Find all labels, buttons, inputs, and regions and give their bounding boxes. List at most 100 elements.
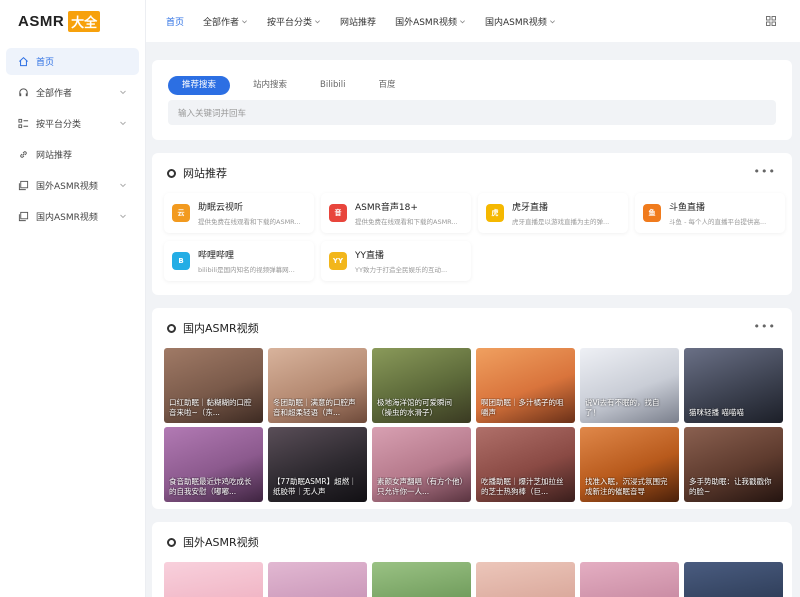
site-name: 助眠云视听	[198, 203, 244, 213]
video-thumbnail[interactable]	[164, 562, 263, 597]
site-logo-icon: 鱼	[643, 204, 661, 222]
more-icon[interactable]: •••	[754, 166, 776, 177]
topnav-all-authors[interactable]: 全部作者	[203, 15, 248, 28]
site-card[interactable]: 音 ASMR音声18+ 提供免费在线观看和下载的ASMR...	[321, 193, 471, 233]
topnav-label: 首页	[166, 17, 185, 28]
video-title: 啊团助眠｜多汁橘子的咀嚼声	[481, 398, 564, 417]
video-thumbnail[interactable]: 说Vi去有不眠的，找自了！	[580, 348, 679, 423]
topnav-label: 国内ASMR视频	[484, 17, 547, 28]
section-title: 网站推荐	[183, 167, 227, 180]
video-thumbnail[interactable]: 素颜女声翻唱（有方个他）只允许你一人...	[372, 427, 471, 502]
video-thumbnail[interactable]: 冬团助眠｜满意的口腔声音和超柔轻语（声...	[268, 348, 367, 423]
video-title: 猫咪轻播 喵喵喵	[689, 408, 744, 417]
domestic-videos-card: 国内ASMR视频 ••• 口红助眠｜黏糊糊的口腔音来啦~（东... 冬团助眠｜满…	[152, 308, 792, 509]
site-logo-icon: 云	[172, 204, 190, 222]
topnav-intl-videos[interactable]: 国外ASMR视频	[395, 15, 466, 28]
video-thumbnail[interactable]: 啊团助眠｜多汁橘子的咀嚼声	[476, 348, 575, 423]
tab-bilibili[interactable]: Bilibili	[310, 76, 355, 95]
chevron-down-icon	[120, 121, 126, 126]
link-icon	[18, 149, 29, 160]
site-card[interactable]: 云 助眠云视听提供免费在线观看和下载的ASMR...	[164, 193, 314, 233]
chevron-down-icon	[315, 19, 321, 23]
site-card[interactable]: YY YY直播 YY致力于打造全民娱乐的互动...	[321, 241, 471, 281]
site-card[interactable]: B 哔哩哔哩 bilibili是国内知名的视频弹幕网...	[164, 241, 314, 281]
topnav-label: 国外ASMR视频	[395, 17, 457, 28]
topnav-platform[interactable]: 按平台分类	[267, 15, 321, 28]
chevron-down-icon	[120, 90, 126, 95]
sidebar-item-label: 全部作者	[36, 89, 73, 99]
sidebar-item-label: 首页	[36, 58, 55, 68]
video-title: 吃播助眠｜爆汁芝加拉丝的芝士热狗棒（巨...	[481, 477, 564, 496]
video-thumbnail[interactable]: 【77助眠ASMR】超燃｜纸胶带｜无人声	[268, 427, 367, 502]
chevron-down-icon	[120, 214, 126, 219]
logo-text: ASMR	[18, 12, 65, 30]
sidebar-item-label: 国内ASMR视频	[36, 213, 98, 223]
sidebar-item-home[interactable]: 首页	[6, 48, 139, 75]
site-logo-icon: YY	[329, 252, 347, 270]
video-thumbnail[interactable]	[268, 562, 367, 597]
sidebar-item-all-authors[interactable]: 全部作者	[6, 79, 139, 106]
site-card[interactable]: 鱼 斗鱼直播斗鱼 - 每个人的直播平台提供高...	[635, 193, 785, 233]
topnav-cn-videos[interactable]: 国内ASMR视频	[485, 15, 556, 28]
site-desc: 虎牙直播是以游戏直播为主的弹...	[512, 218, 610, 226]
sidebar-item-intl-videos[interactable]: 国外ASMR视频	[6, 172, 139, 199]
site-recommend-card: 网站推荐 ••• 云 助眠云视听提供免费在线观看和下载的ASMR... 音 AS…	[152, 153, 792, 295]
video-title: 说Vi去有不眠的，找自了！	[585, 398, 660, 417]
site-name: 哔哩哔哩	[198, 251, 235, 261]
sidebar-item-cn-videos[interactable]: 国内ASMR视频	[6, 203, 139, 230]
topnav-sites[interactable]: 网站推荐	[340, 15, 376, 28]
video-thumbnail[interactable]: 极地海洋馆的可爱瞬间（操虫的水滑子）	[372, 348, 471, 423]
video-thumbnail[interactable]	[372, 562, 471, 597]
video-thumbnail[interactable]: 吃播助眠｜爆汁芝加拉丝的芝士热狗棒（巨...	[476, 427, 575, 502]
top-navbar: 首页 全部作者 按平台分类 网站推荐 国外ASMR视频 国内ASMR视频	[146, 0, 800, 42]
site-name: ASMR音声18+	[355, 203, 418, 213]
section-header: 网站推荐 •••	[152, 153, 792, 193]
video-title: 【77助眠ASMR】超燃｜纸胶带｜无人声	[273, 477, 357, 496]
video-thumbnail[interactable]	[476, 562, 575, 597]
topnav-home[interactable]: 首页	[166, 15, 184, 28]
search-card: 推荐搜索 站内搜索 Bilibili 百度 输入关键词并回车	[152, 60, 792, 140]
section-header: 国内ASMR视频 •••	[152, 308, 792, 348]
grid-icon[interactable]	[766, 16, 776, 26]
tab-site-search[interactable]: 站内搜索	[243, 76, 297, 95]
video-thumbnail[interactable]: 猫咪轻播 喵喵喵	[684, 348, 783, 423]
video-thumbnail[interactable]: 找准入眠，沉浸式氛围完成新注的催眠音导	[580, 427, 679, 502]
site-desc: 提供免费在线观看和下载的ASMR...	[198, 218, 301, 226]
site-desc: 斗鱼 - 每个人的直播平台提供高...	[669, 218, 767, 226]
site-logo-icon: 音	[329, 204, 347, 222]
tab-recommended[interactable]: 推荐搜索	[168, 76, 231, 95]
video-title: 口红助眠｜黏糊糊的口腔音来啦~（东...	[169, 398, 252, 417]
topnav-label: 全部作者	[203, 17, 240, 28]
sidebar: ASMR 大全 首页 全部作者 按平台分类 网站推荐 国外ASMR视频 国内AS…	[0, 0, 146, 597]
video-title: 素颜女声翻唱（有方个他）只允许你一人...	[377, 477, 464, 496]
topnav-label: 网站推荐	[340, 17, 377, 28]
circle-icon	[167, 323, 176, 333]
section-title: 国内ASMR视频	[183, 322, 259, 335]
site-name: 虎牙直播	[512, 203, 549, 213]
headphones-icon	[18, 87, 29, 98]
chevron-down-icon	[459, 19, 465, 23]
sidebar-item-sites[interactable]: 网站推荐	[6, 141, 139, 168]
site-desc: bilibili是国内知名的视频弹幕网...	[198, 266, 295, 274]
tab-baidu[interactable]: 百度	[368, 76, 405, 95]
video-thumbnail[interactable]	[580, 562, 679, 597]
video-thumbnail[interactable]	[684, 562, 783, 597]
video-thumbnail[interactable]: 多手势助眠：让我戳戳你的脸~	[684, 427, 783, 502]
video-grid	[152, 562, 792, 597]
sidebar-item-platform[interactable]: 按平台分类	[6, 110, 139, 137]
intl-videos-card: 国外ASMR视频	[152, 522, 792, 597]
sidebar-item-label: 按平台分类	[36, 120, 82, 130]
search-input[interactable]: 输入关键词并回车	[168, 100, 776, 125]
topnav-label: 按平台分类	[267, 17, 313, 28]
chevron-down-icon	[242, 19, 247, 23]
site-logo[interactable]: ASMR 大全	[0, 0, 145, 42]
home-icon	[18, 56, 29, 67]
more-icon[interactable]: •••	[754, 321, 776, 332]
video-title: 食音助眠最近炸鸡吃成长的自我安慰（嘟嘟...	[169, 477, 252, 496]
site-name: 斗鱼直播	[669, 203, 706, 213]
video-thumbnail[interactable]: 口红助眠｜黏糊糊的口腔音来啦~（东...	[164, 348, 263, 423]
circle-icon	[167, 537, 176, 547]
site-card[interactable]: 虎 虎牙直播 虎牙直播是以游戏直播为主的弹...	[478, 193, 628, 233]
video-thumbnail[interactable]: 食音助眠最近炸鸡吃成长的自我安慰（嘟嘟...	[164, 427, 263, 502]
search-placeholder: 输入关键词并回车	[178, 108, 247, 119]
